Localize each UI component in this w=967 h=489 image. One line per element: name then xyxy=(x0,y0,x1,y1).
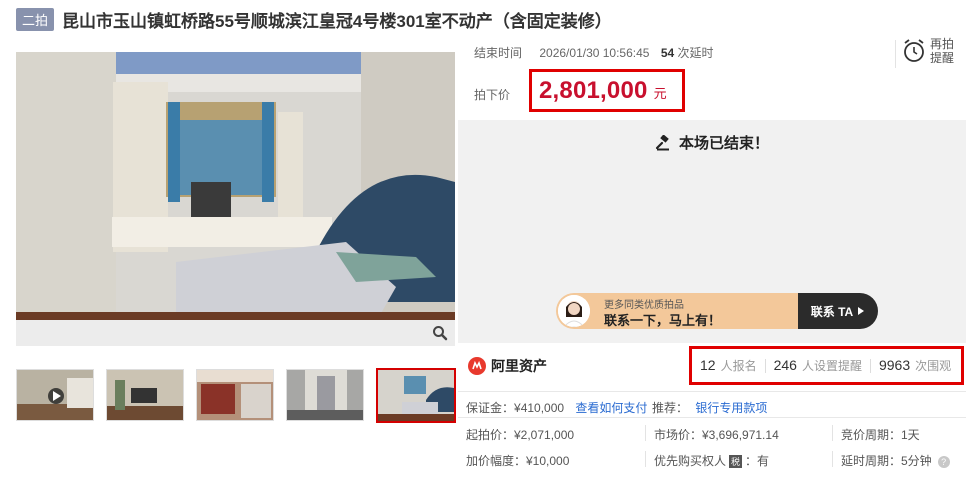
thumbnail-image xyxy=(197,370,273,420)
divider xyxy=(645,425,646,441)
thumbnail-hallway[interactable] xyxy=(286,369,364,421)
stat-views: 9963 次围观 xyxy=(871,357,959,374)
price-unit: 元 xyxy=(653,86,667,101)
extensions-label: 次延时 xyxy=(677,46,714,60)
thumbnail-bedroom[interactable] xyxy=(376,368,456,423)
thumbnail-image xyxy=(378,370,454,421)
final-price: 2,801,000 xyxy=(539,76,648,104)
delay-cycle-row: 延时周期：5分钟? xyxy=(841,452,950,469)
deposit-label: 保证金： xyxy=(466,401,515,415)
divider xyxy=(645,451,646,467)
help-icon[interactable]: ? xyxy=(937,456,950,468)
stat-reminders: 246 人设置提醒 xyxy=(766,357,870,374)
stat-number: 12 xyxy=(700,357,716,373)
thumbnail-kitchen[interactable] xyxy=(196,369,274,421)
stat-number: 246 xyxy=(773,357,797,373)
magnifier-icon xyxy=(433,326,448,341)
remind-button[interactable]: 再拍提醒 xyxy=(902,37,956,65)
bedroom-photo xyxy=(16,52,455,346)
recommend-row: 推荐： 银行专用款项 xyxy=(652,399,767,416)
how-to-pay-link[interactable]: 查看如何支付 xyxy=(575,401,647,415)
promo-subtitle: 更多同类优质拍品 xyxy=(604,300,684,311)
contact-ta-label: 联系 TA xyxy=(810,304,854,319)
page-title: 昆山市玉山镇虹桥路55号顺城滨江皇冠4号楼301室不动产（含固定装修） xyxy=(62,11,612,31)
gavel-icon xyxy=(655,134,669,150)
deposit-row: 保证金：¥410,000 查看如何支付 xyxy=(466,399,647,416)
thumbnail-image xyxy=(107,370,183,420)
stat-label: 次围观 xyxy=(915,359,952,373)
end-time-value: 2026/01/30 10:56:45 xyxy=(539,46,650,60)
promo-title: 联系一下，马上有！ xyxy=(604,313,722,328)
remind-label: 再拍提醒 xyxy=(930,37,955,65)
thumbnail-image xyxy=(17,370,93,420)
bid-cycle: 竞价周期：1天 xyxy=(841,428,920,442)
priority-buyer-row: 优先购买权人税：有 xyxy=(654,452,769,469)
zoom-button[interactable] xyxy=(429,322,451,344)
avatar xyxy=(558,295,590,327)
stats-box: 12 人报名 246 人设置提醒 9963 次围观 xyxy=(689,346,964,385)
divider xyxy=(832,425,833,441)
bank-payment-link[interactable]: 银行专用款项 xyxy=(695,401,767,415)
promo-left: 更多同类优质拍品 联系一下，马上有！ xyxy=(556,293,798,329)
alarm-clock-icon xyxy=(904,39,924,62)
final-price-box: 2,801,000 元 xyxy=(529,69,685,112)
divider xyxy=(458,391,966,392)
thumbnail-image xyxy=(287,370,363,420)
ali-assets-logo-icon xyxy=(468,357,486,375)
priority-label: 优先购买权人 xyxy=(654,454,727,468)
end-time-row: 结束时间 2026/01/30 10:56:45 54 次延时 xyxy=(474,44,714,61)
divider xyxy=(895,40,896,68)
ended-text: 本场已结束！ xyxy=(678,135,769,152)
deposit-value: ¥410,000 xyxy=(514,401,565,415)
price-label: 拍下价 xyxy=(474,88,511,102)
bid-increment: 加价幅度：¥10,000 xyxy=(466,454,570,468)
platform-name: 阿里资产 xyxy=(491,358,547,374)
market-price: 市场价：¥3,696,971.14 xyxy=(654,428,779,442)
title-row: 二拍 昆山市玉山镇虹桥路55号顺城滨江皇冠4号楼301室不动产（含固定装修） xyxy=(16,7,612,31)
ended-message: 本场已结束！ xyxy=(458,132,966,153)
start-price: 起拍价：¥2,071,000 xyxy=(466,428,575,442)
divider xyxy=(458,417,966,418)
agent-avatar-image xyxy=(558,295,590,327)
thumbnail-living-room[interactable] xyxy=(106,369,184,421)
arrow-right-icon xyxy=(858,307,865,315)
thumbnail-video[interactable] xyxy=(16,369,94,421)
stat-registrations: 12 人报名 xyxy=(692,357,765,374)
recommend-label: 推荐： xyxy=(652,401,689,415)
platform-logo[interactable]: 阿里资产 xyxy=(468,356,547,376)
contact-promo-banner[interactable]: 更多同类优质拍品 联系一下，马上有！ 联系 TA xyxy=(556,293,878,329)
main-photo[interactable] xyxy=(16,52,455,346)
stat-number: 9963 xyxy=(878,357,911,373)
divider xyxy=(832,451,833,467)
stat-label: 人设置提醒 xyxy=(801,359,862,373)
auction-round-badge: 二拍 xyxy=(16,7,55,31)
contact-ta-button[interactable]: 联系 TA xyxy=(798,293,878,329)
thumbnail-strip xyxy=(16,368,456,423)
delay-cycle: 延时周期：5分钟 xyxy=(841,454,932,468)
stat-label: 人报名 xyxy=(720,359,757,373)
end-time-label: 结束时间 xyxy=(474,46,523,60)
tax-badge: 税 xyxy=(729,455,743,468)
priority-value: ：有 xyxy=(745,454,770,468)
extensions-count: 54 xyxy=(660,46,675,60)
